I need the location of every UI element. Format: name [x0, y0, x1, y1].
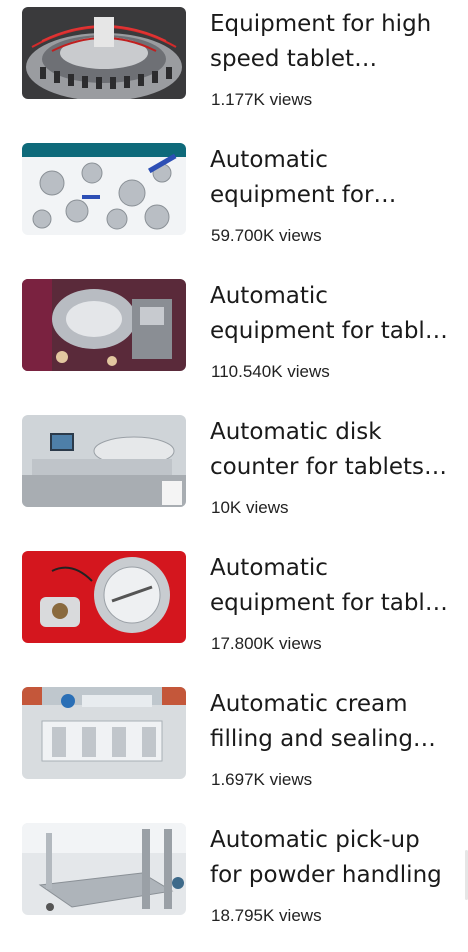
video-view-count: 18.795K views	[211, 906, 322, 925]
video-thumbnail[interactable]	[22, 415, 186, 507]
video-list-item[interactable]: Automatic equipment for tablet polishing…	[0, 544, 468, 680]
video-list-item[interactable]: Automatic equipment for tablet coating 1…	[0, 272, 468, 408]
video-title[interactable]: Automatic cream filling and sealing mach…	[210, 687, 455, 757]
video-list-item[interactable]: Automatic cream filling and sealing mach…	[0, 680, 468, 816]
cream-filling-machine-icon	[22, 687, 186, 779]
video-view-count: 10K views	[211, 498, 289, 517]
disk-counter-icon	[22, 415, 186, 507]
video-title[interactable]: Automatic equipment for tablet coating	[210, 279, 455, 349]
video-title[interactable]: Automatic equipment for tablet polishing	[210, 551, 455, 621]
video-view-count: 17.800K views	[211, 634, 322, 653]
coating-machine-icon	[22, 279, 186, 371]
polishing-machine-icon	[22, 551, 186, 643]
video-list-item[interactable]: Automatic pick-up for powder handling 18…	[0, 816, 468, 952]
video-title[interactable]: Automatic equipment for stainless steel …	[210, 143, 455, 213]
video-title[interactable]: Automatic pick-up for powder handling	[210, 823, 455, 893]
video-thumbnail[interactable]	[22, 687, 186, 779]
video-thumbnail[interactable]	[22, 7, 186, 99]
powder-cart-icon	[22, 823, 186, 915]
video-list-item[interactable]: Automatic equipment for stainless steel …	[0, 136, 468, 272]
video-thumbnail[interactable]	[22, 551, 186, 643]
sanitary-valves-icon	[22, 143, 186, 235]
video-view-count: 1.697K views	[211, 770, 313, 789]
rotary-tablet-press-icon	[22, 7, 186, 99]
video-title[interactable]: Automatic disk counter for tablets and c…	[210, 415, 455, 485]
video-thumbnail[interactable]	[22, 823, 186, 915]
video-view-count: 59.700K views	[211, 226, 322, 245]
video-thumbnail[interactable]	[22, 143, 186, 235]
video-view-count: 1.177K views	[211, 90, 313, 109]
video-thumbnail[interactable]	[22, 279, 186, 371]
video-view-count: 110.540K views	[211, 362, 330, 381]
video-title[interactable]: Equipment for high speed tablet producti…	[210, 7, 455, 77]
video-list-item[interactable]: Equipment for high speed tablet producti…	[0, 0, 468, 136]
video-list-item[interactable]: Automatic disk counter for tablets and c…	[0, 408, 468, 544]
